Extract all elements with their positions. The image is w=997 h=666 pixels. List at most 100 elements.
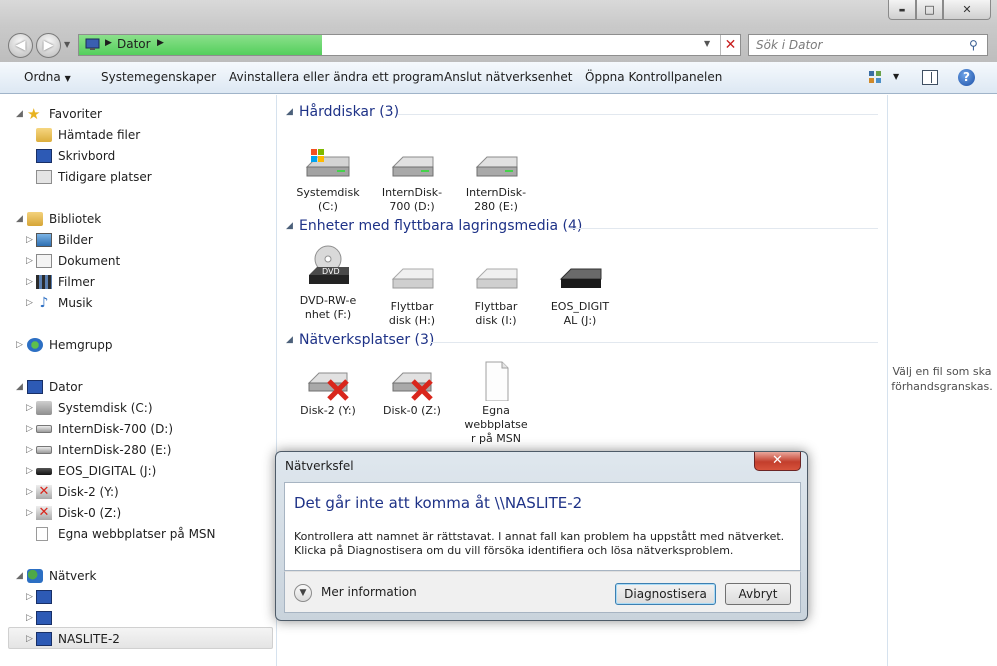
nav-music[interactable]: ♪ Musik [36, 293, 93, 313]
nav-computer[interactable]: Dator [27, 377, 83, 397]
collapse-arrow-icon[interactable]: ▷ [16, 340, 23, 350]
open-control-panel-button[interactable]: Öppna Kontrollpanelen [585, 70, 722, 84]
expand-arrow-icon[interactable]: ◢ [16, 214, 23, 224]
collapse-arrow-icon[interactable]: ▷ [26, 487, 33, 497]
dialog-close-button[interactable]: ✕ [754, 452, 801, 471]
nav-downloads[interactable]: Hämtade filer [36, 125, 140, 145]
nav-label: NASLITE-2 [58, 632, 120, 646]
nav-label: Dator [49, 380, 83, 394]
collapse-arrow-icon[interactable]: ▷ [26, 508, 33, 518]
view-options-icon[interactable] [869, 71, 883, 85]
forward-button[interactable]: ▶ [36, 33, 61, 58]
nav-documents[interactable]: Dokument [36, 251, 120, 271]
recent-pages-chevron-icon[interactable]: ▼ [64, 40, 70, 49]
back-button[interactable]: ◀ [8, 33, 33, 58]
nav-drive-d[interactable]: InternDisk-700 (D:) [36, 419, 173, 439]
nav-homegroup[interactable]: Hemgrupp [27, 335, 113, 355]
nav-recent-places[interactable]: Tidigare platser [36, 167, 152, 187]
item-drive-d[interactable]: InternDisk- 700 (D:) [371, 143, 453, 214]
nav-label: Bilder [58, 233, 93, 247]
nav-desktop[interactable]: Skrivbord [36, 146, 115, 166]
collapse-arrow-icon[interactable]: ▷ [26, 424, 33, 434]
uninstall-program-button[interactable]: Avinstallera eller ändra ett program [229, 70, 444, 84]
collapse-arrow-icon[interactable]: ▷ [26, 592, 33, 602]
stop-button[interactable]: ✕ [720, 35, 740, 55]
collapse-arrow-icon[interactable]: ▷ [26, 466, 33, 476]
nav-pictures[interactable]: Bilder [36, 230, 93, 250]
dialog-body: Det går inte att komma åt \\NASLITE-2 Ko… [284, 482, 801, 571]
collapse-arrow-icon[interactable]: ▷ [26, 298, 33, 308]
windows-drive-icon [36, 401, 52, 415]
preview-pane-toggle-icon[interactable] [922, 70, 938, 85]
collapse-arrow-icon[interactable]: ▷ [26, 613, 33, 623]
collapse-arrow-icon[interactable]: ▷ [26, 403, 33, 413]
system-properties-button[interactable]: Systemegenskaper [101, 70, 216, 84]
nav-videos[interactable]: Filmer [36, 272, 95, 292]
nav-drive-c[interactable]: Systemdisk (C:) [36, 398, 153, 418]
nav-drive-e[interactable]: InternDisk-280 (E:) [36, 440, 171, 460]
stop-x-icon: ✕ [724, 37, 737, 53]
nav-label: Hämtade filer [58, 128, 141, 142]
arrow-left-icon: ◀ [15, 38, 26, 53]
item-drive-f[interactable]: DVD DVD-RW-e nhet (F:) [287, 245, 369, 322]
item-label: Systemdisk [296, 186, 360, 199]
item-drive-j[interactable]: EOS_DIGIT AL (J:) [539, 257, 621, 328]
item-msn-sites[interactable]: Egna webbplatse r på MSN [455, 361, 537, 446]
help-icon[interactable]: ? [958, 69, 975, 86]
maximize-button[interactable]: □ [916, 0, 943, 20]
collapse-arrow-icon[interactable]: ▷ [26, 445, 33, 455]
item-drive-c[interactable]: Systemdisk (C:) [287, 143, 369, 214]
item-label: Disk-2 (Y:) [300, 404, 356, 417]
search-input[interactable]: Sök i Dator ⚲ [748, 34, 988, 56]
nav-favorites[interactable]: ★ Favoriter [27, 104, 102, 124]
item-label: disk (I:) [475, 314, 517, 327]
close-icon: ✕ [962, 3, 972, 16]
group-divider [430, 342, 878, 343]
expand-arrow-icon[interactable]: ◢ [16, 571, 23, 581]
expand-arrow-icon[interactable]: ◢ [16, 382, 23, 392]
nav-naslite-2[interactable]: NASLITE-2 [36, 629, 120, 649]
nav-network-host-2[interactable] [36, 608, 58, 628]
pictures-icon [36, 233, 52, 247]
collapse-arrow-icon[interactable]: ▷ [26, 256, 33, 266]
network-error-dialog: Nätverksfel ✕ Det går inte att komma åt … [275, 451, 808, 621]
nav-drive-j[interactable]: EOS_DIGITAL (J:) [36, 461, 156, 481]
breadcrumb-chevron-icon[interactable]: ▶ [157, 38, 164, 48]
cancel-button[interactable]: Avbryt [725, 583, 791, 605]
collapse-arrow-icon[interactable]: ▷ [26, 634, 33, 644]
map-network-drive-button[interactable]: Anslut nätverksenhet [444, 70, 573, 84]
item-drive-y[interactable]: Disk-2 (Y:) [287, 361, 369, 418]
organize-button[interactable]: Ordna ▼ [24, 70, 71, 84]
hard-drive-icon [471, 143, 521, 183]
expand-details-icon[interactable]: ▼ [294, 584, 312, 602]
item-drive-i[interactable]: Flyttbar disk (I:) [455, 257, 537, 328]
nav-libraries[interactable]: Bibliotek [27, 209, 101, 229]
search-placeholder: Sök i Dator [756, 38, 823, 52]
expand-arrow-icon[interactable]: ◢ [16, 109, 23, 119]
item-label: 700 (D:) [389, 200, 435, 213]
nav-network[interactable]: Nätverk [27, 566, 96, 586]
item-drive-e[interactable]: InternDisk- 280 (E:) [455, 143, 537, 214]
item-drive-h[interactable]: Flyttbar disk (H:) [371, 257, 453, 328]
nav-drive-y[interactable]: ✕ Disk-2 (Y:) [36, 482, 119, 502]
breadcrumb-dator[interactable]: Dator [117, 37, 151, 51]
minimize-button[interactable]: ▬ [888, 0, 916, 20]
diagnose-button[interactable]: Diagnostisera [615, 583, 716, 605]
collapse-arrow-icon[interactable]: ▷ [26, 277, 33, 287]
address-bar[interactable]: ▶ Dator ▶ ▼ ✕ [78, 34, 741, 56]
nav-msn-sites[interactable]: Egna webbplatser på MSN [36, 524, 216, 544]
removable-drive-icon [555, 257, 605, 297]
address-dropdown-icon[interactable]: ▼ [704, 39, 710, 48]
film-icon [36, 275, 52, 289]
collapse-arrow-icon[interactable]: ▷ [26, 235, 33, 245]
nav-network-host-1[interactable] [36, 587, 58, 607]
organize-label: Ordna [24, 70, 61, 84]
dialog-title: Nätverksfel [285, 459, 354, 473]
windows-drive-icon [303, 143, 353, 183]
network-computer-icon [36, 632, 52, 646]
close-window-button[interactable]: ✕ [943, 0, 991, 20]
nav-drive-z[interactable]: ✕ Disk-0 (Z:) [36, 503, 121, 523]
item-drive-z[interactable]: Disk-0 (Z:) [371, 361, 453, 418]
more-information-link[interactable]: Mer information [321, 585, 417, 599]
view-dropdown-icon[interactable]: ▼ [893, 72, 899, 81]
